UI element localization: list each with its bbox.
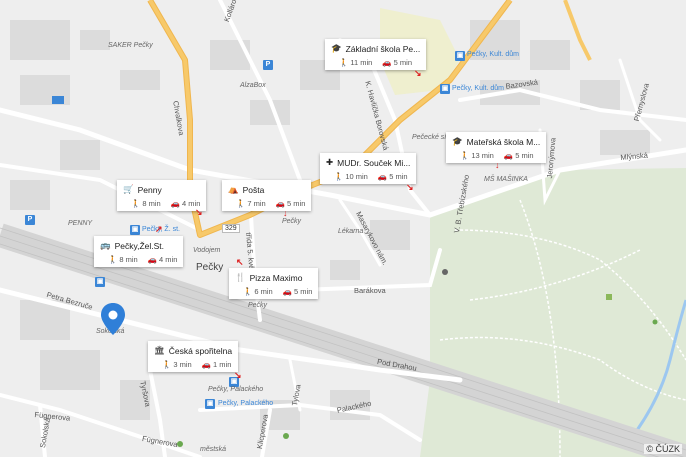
car-time: 🚗 4 min — [147, 255, 178, 264]
place-label: městská — [200, 446, 227, 453]
shopping-cart-icon: 🛒 — [123, 184, 134, 194]
place-label: SAKER Pečky — [108, 42, 153, 49]
place-label: Pečky, Palackého — [208, 386, 264, 393]
car-icon: 🚗 — [147, 255, 158, 264]
train-icon: 🚌 — [100, 240, 111, 250]
place-label: MŠ MAŠINKA — [484, 176, 528, 183]
place-label: AlzaBox — [240, 82, 266, 89]
car-time: 🚗 5 min — [503, 151, 534, 160]
walking-icon: 🚶 — [339, 58, 349, 67]
walk-time: 🚶 8 min — [131, 199, 161, 208]
place-label: Lékarna — [338, 228, 364, 235]
walking-icon: 🚶 — [236, 199, 246, 208]
walk-time: 🚶 13 min — [460, 151, 494, 160]
car-time: 🚗 5 min — [282, 287, 313, 296]
place-label: Pečky — [282, 218, 302, 225]
walking-icon: 🚶 — [162, 360, 172, 369]
poi-card-ceska-sporitelna[interactable]: 🏛 Česká spořitelna 🚶 3 min 🚗 1 min — [148, 341, 239, 372]
poi-card-pecky-zel-st[interactable]: 🚌 Pečky,Žel.St. 🚶 8 min 🚗 4 min — [94, 236, 184, 267]
poi-card-materska-skola[interactable]: 🎓 Mateřská škola M... 🚶 13 min 🚗 5 min — [446, 132, 547, 163]
car-icon: 🚗 — [503, 151, 514, 160]
medical-cross-icon: ✚ — [326, 157, 334, 167]
street-label: Barákova — [354, 286, 386, 295]
direction-arrow-icon: ↓ — [495, 160, 500, 170]
poi-card-zakladni-skola[interactable]: 🎓 Základní škola Pe... 🚶 11 min 🚗 5 min — [325, 39, 427, 70]
walking-icon: 🚶 — [460, 151, 470, 160]
walking-icon: 🚶 — [243, 287, 253, 296]
direction-arrow-icon: ↘ — [406, 182, 414, 192]
poi-name: Penny — [137, 184, 162, 195]
car-icon: 🚗 — [201, 360, 212, 369]
place-label: Pečky, Palackého — [218, 400, 274, 407]
walking-icon: 🚶 — [131, 199, 141, 208]
car-icon: 🚗 — [282, 287, 293, 296]
car-icon: 🚗 — [377, 172, 388, 181]
car-time: 🚗 5 min — [377, 172, 408, 181]
walk-time: 🚶 8 min — [108, 255, 138, 264]
walk-time: 🚶 10 min — [334, 172, 368, 181]
poi-card-pizza-maximo[interactable]: 🍴 Pizza Maximo 🚶 6 min 🚗 5 min — [229, 268, 319, 299]
walking-icon: 🚶 — [108, 255, 118, 264]
poi-name: MUDr. Souček Mi... — [337, 157, 411, 168]
car-time: 🚗 1 min — [201, 360, 232, 369]
location-pin-icon[interactable] — [101, 303, 125, 335]
copyright-notice: © ČÚZK — [644, 444, 682, 454]
direction-arrow-icon: ↘ — [195, 207, 203, 217]
car-icon: 🚗 — [170, 199, 181, 208]
direction-arrow-icon: ↗ — [155, 224, 163, 234]
walk-time: 🚶 3 min — [162, 360, 192, 369]
poi-name: Česká spořitelna — [168, 345, 233, 356]
route-shield: 329 — [222, 224, 240, 233]
walking-icon: 🚶 — [334, 172, 344, 181]
bus-stop-icon: ▣ — [130, 225, 140, 235]
map-view[interactable]: P P ▣ ▣ ▣ ▣ ▣ ▣ SAKER Pečky AlzaBox Pečk… — [0, 0, 686, 457]
bus-stop-icon: ▣ — [205, 399, 215, 409]
poi-name: Pošta — [242, 184, 265, 195]
poi-name: Mateřská škola M... — [466, 136, 541, 147]
poi-name: Pizza Maximo — [249, 272, 303, 283]
bus-stop-icon: ▣ — [95, 277, 105, 287]
poi-card-posta[interactable]: ⛺ Pošta 🚶 7 min 🚗 5 min — [222, 180, 312, 211]
parking-icon: P — [263, 60, 273, 70]
car-time: 🚗 5 min — [275, 199, 306, 208]
poi-card-penny[interactable]: 🛒 Penny 🚶 8 min 🚗 4 min — [117, 180, 207, 211]
graduation-cap-icon: 🎓 — [331, 43, 342, 53]
parking-icon: P — [25, 215, 35, 225]
walk-time: 🚶 6 min — [243, 287, 273, 296]
bus-stop-icon: ▣ — [440, 84, 450, 94]
direction-arrow-icon: ↘ — [234, 370, 242, 380]
place-label: Pečky, Kult. dům — [467, 51, 520, 58]
direction-arrow-icon: ↖ — [236, 257, 244, 267]
poi-name: Pečky,Žel.St. — [114, 240, 165, 251]
post-office-icon: ⛺ — [228, 184, 239, 194]
park-marker — [606, 294, 612, 300]
place-label: Pečky, Kult. dům — [452, 85, 505, 92]
bank-icon: 🏛 — [154, 345, 165, 355]
car-icon: 🚗 — [382, 58, 392, 67]
poi-card-mudr-soucek[interactable]: ✚ MUDr. Souček Mi... 🚶 10 min 🚗 5 min — [320, 153, 417, 184]
poi-name: Základní škola Pe... — [345, 43, 421, 54]
place-label: Pečky — [248, 302, 268, 309]
car-icon: 🚗 — [275, 199, 286, 208]
walk-time: 🚶 7 min — [236, 199, 266, 208]
graduation-cap-icon: 🎓 — [452, 136, 463, 146]
place-label: Vodojem — [193, 247, 221, 254]
town-label: Pečky — [196, 262, 224, 273]
direction-arrow-icon: ↓ — [283, 208, 288, 218]
bus-stop-icon: ▣ — [455, 51, 465, 61]
fork-knife-icon: 🍴 — [235, 272, 246, 282]
walk-time: 🚶 11 min — [339, 58, 373, 67]
place-label: PENNY — [68, 220, 93, 227]
direction-arrow-icon: ↘ — [414, 68, 422, 78]
car-time: 🚗 5 min — [382, 58, 412, 67]
